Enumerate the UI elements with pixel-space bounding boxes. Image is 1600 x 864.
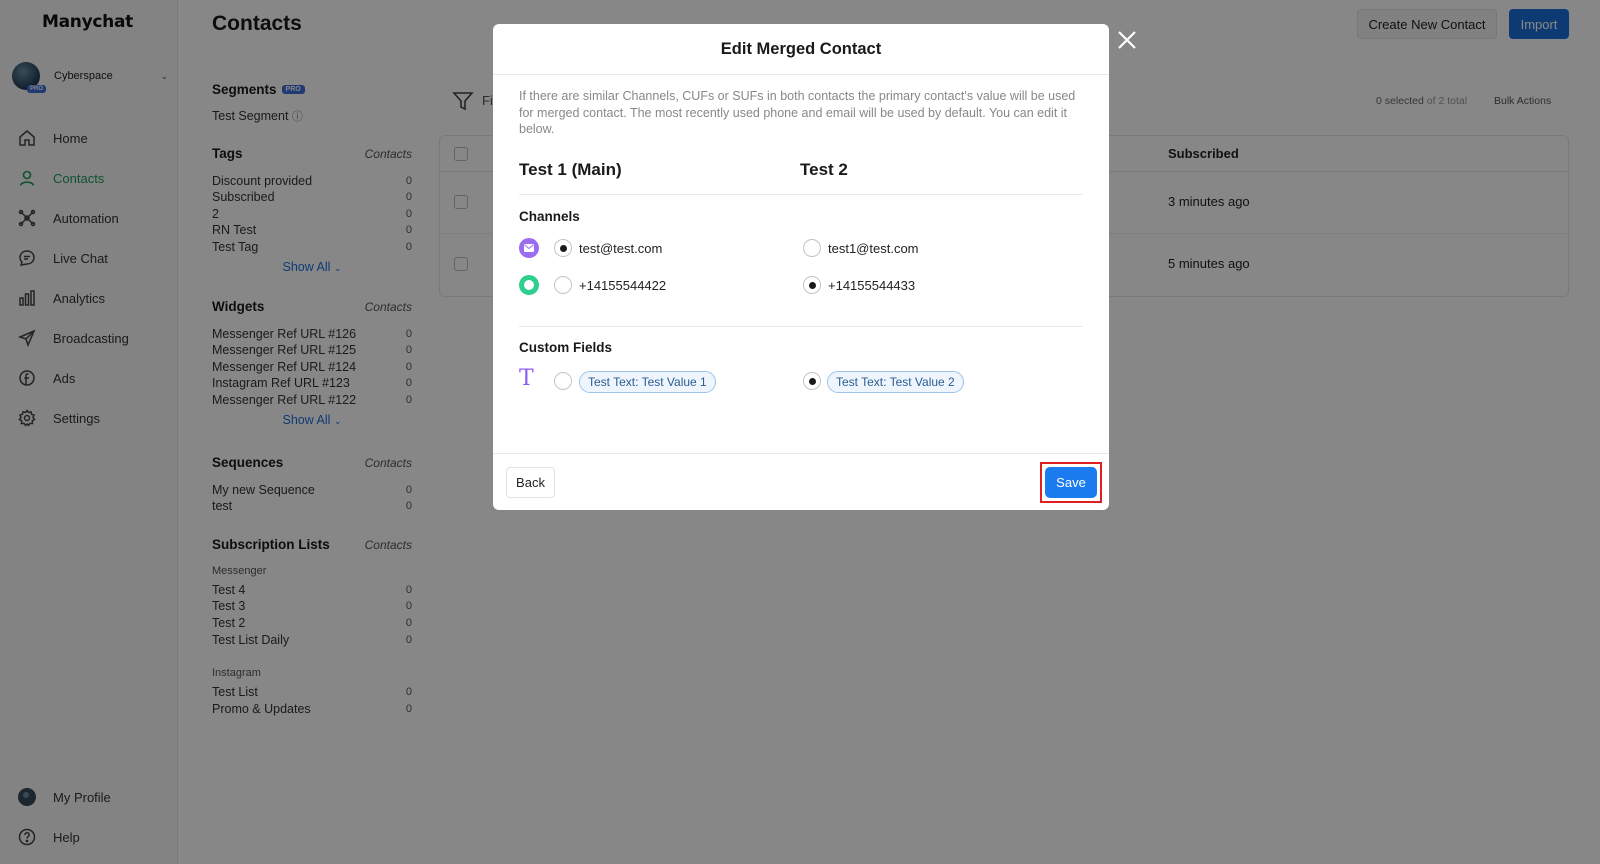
email-channel-icon	[519, 238, 539, 258]
phone-main-value: +14155544422	[579, 278, 667, 293]
text-field-icon: T	[519, 366, 534, 391]
divider	[519, 326, 1083, 327]
modal-description: If there are similar Channels, CUFs or S…	[519, 89, 1076, 136]
divider	[519, 194, 1083, 195]
custom-field-other-pill: Test Text: Test Value 2	[827, 371, 964, 393]
edit-merged-contact-modal: Edit Merged Contact If there are similar…	[493, 24, 1109, 510]
email-other-value: test1@test.com	[828, 241, 919, 256]
main-contact-heading: Test 1 (Main)	[519, 160, 622, 179]
custom-fields-label: Custom Fields	[519, 340, 613, 355]
divider	[493, 74, 1109, 75]
phone-other-radio[interactable]	[803, 276, 821, 294]
close-icon[interactable]	[1115, 28, 1139, 52]
custom-field-main-pill: Test Text: Test Value 1	[579, 371, 716, 393]
email-other-radio[interactable]	[803, 239, 821, 257]
custom-field-other-radio[interactable]	[803, 372, 821, 390]
custom-field-main-radio[interactable]	[554, 372, 572, 390]
phone-main-radio[interactable]	[554, 276, 572, 294]
divider	[493, 453, 1109, 454]
channels-label: Channels	[519, 209, 580, 224]
other-contact-heading: Test 2	[800, 160, 848, 179]
email-main-radio[interactable]	[554, 239, 572, 257]
back-button[interactable]: Back	[506, 467, 555, 498]
save-button[interactable]: Save	[1045, 467, 1097, 498]
modal-title: Edit Merged Contact	[720, 40, 882, 58]
email-main-value: test@test.com	[579, 241, 663, 256]
phone-other-value: +14155544433	[828, 278, 916, 293]
phone-channel-icon	[519, 275, 539, 295]
